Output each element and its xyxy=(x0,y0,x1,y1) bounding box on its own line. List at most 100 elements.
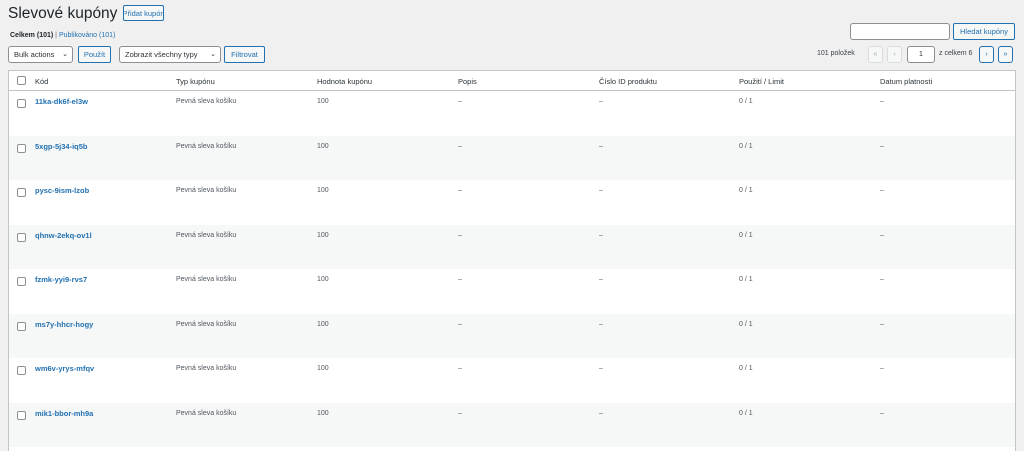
chevron-down-icon: ⌄ xyxy=(210,51,216,58)
coupon-product-ids: – xyxy=(599,142,603,150)
coupon-usage: 0 / 1 xyxy=(739,98,753,105)
prev-page-button[interactable]: ‹ xyxy=(887,46,902,63)
row-checkbox[interactable] xyxy=(17,188,26,197)
coupon-amount: 100 xyxy=(317,320,329,328)
coupon-amount: 100 xyxy=(317,365,329,372)
coupon-expiry: – xyxy=(880,231,884,239)
chevron-down-icon: ⌄ xyxy=(62,51,68,58)
coupon-code-link[interactable]: ms7y-hhcr-hogy xyxy=(35,320,93,329)
coupon-type-select[interactable]: Zobrazit všechny typy ⌄ xyxy=(119,46,221,63)
coupon-product-ids: – xyxy=(599,231,603,239)
coupon-description: – xyxy=(458,187,462,194)
search-input[interactable] xyxy=(850,23,950,40)
select-all-checkbox[interactable] xyxy=(17,76,26,85)
coupon-description: – xyxy=(458,142,462,150)
coupon-expiry: – xyxy=(880,142,884,150)
coupon-usage: 0 / 1 xyxy=(739,231,753,239)
coupon-product-ids: – xyxy=(599,276,603,283)
row-checkbox[interactable] xyxy=(17,232,26,242)
coupon-usage: 0 / 1 xyxy=(739,320,753,328)
coupon-description: – xyxy=(458,365,462,372)
add-coupon-button[interactable]: Přidat kupón xyxy=(122,5,165,21)
column-header-code[interactable]: Kód xyxy=(35,77,48,86)
column-header-description: Popis xyxy=(458,77,477,86)
coupon-amount: 100 xyxy=(317,276,329,283)
coupon-expiry: – xyxy=(880,365,884,372)
coupon-code-link[interactable]: fzmk-yyi9-rvs7 xyxy=(35,275,87,284)
coupon-description: – xyxy=(458,98,462,105)
table-row: mik1-bbor-mh9a Pevná sleva košíku 100 – … xyxy=(9,402,1015,447)
coupon-product-ids: – xyxy=(599,409,603,417)
coupon-description: – xyxy=(458,276,462,283)
coupon-code-link[interactable]: wm6v-yrys-mfqv xyxy=(35,364,94,373)
coupon-code-link[interactable]: 11ka-dk6f-el3w xyxy=(35,97,88,106)
search-coupons-button[interactable]: Hledat kupóny xyxy=(953,23,1015,40)
table-row: 5xgp-5j34-iq5b Pevná sleva košíku 100 – … xyxy=(9,135,1015,180)
coupon-product-ids: – xyxy=(599,320,603,328)
table-header: Kód Typ kupónu Hodnota kupónu Popis Čísl… xyxy=(9,71,1015,91)
view-published-link[interactable]: Publikováno (101) xyxy=(59,32,115,39)
apply-bulk-button[interactable]: Použít xyxy=(78,46,111,63)
column-header-type: Typ kupónu xyxy=(176,77,215,86)
view-published-count: (101) xyxy=(99,32,116,39)
coupon-amount: 100 xyxy=(317,409,329,417)
coupons-table: Kód Typ kupónu Hodnota kupónu Popis Čísl… xyxy=(8,70,1016,451)
coupon-type: Pevná sleva košíku xyxy=(176,187,237,194)
coupon-type: Pevná sleva košíku xyxy=(176,409,237,417)
coupon-expiry: – xyxy=(880,409,884,417)
current-page-input[interactable]: 1 xyxy=(907,46,935,63)
column-header-usage: Použití / Limit xyxy=(739,77,785,86)
row-checkbox[interactable] xyxy=(17,277,26,286)
coupon-product-ids: – xyxy=(599,187,603,194)
coupon-type: Pevná sleva košíku xyxy=(176,231,237,239)
row-checkbox[interactable] xyxy=(17,410,26,420)
coupon-expiry: – xyxy=(880,98,884,105)
coupon-type: Pevná sleva košíku xyxy=(176,365,237,372)
coupon-description: – xyxy=(458,320,462,328)
coupon-type: Pevná sleva košíku xyxy=(176,276,237,283)
coupon-type: Pevná sleva košíku xyxy=(176,142,237,150)
next-page-button[interactable]: › xyxy=(979,46,994,63)
coupon-code-link[interactable]: 5xgp-5j34-iq5b xyxy=(35,142,88,151)
coupon-code-link[interactable]: mik1-bbor-mh9a xyxy=(35,409,93,418)
coupon-type-value: Zobrazit všechny typy xyxy=(125,50,198,59)
coupon-amount: 100 xyxy=(317,98,329,105)
coupon-code-link[interactable]: qhnw-2ekq-ov1l xyxy=(35,231,92,240)
coupon-usage: 0 / 1 xyxy=(739,409,753,417)
coupon-expiry: – xyxy=(880,187,884,194)
coupon-product-ids: – xyxy=(599,365,603,372)
bulk-actions-value: Bulk actions xyxy=(14,50,55,59)
view-separator: | xyxy=(55,32,57,39)
view-all-link[interactable]: Celkem (101) xyxy=(10,32,53,39)
view-filters: Celkem (101) | Publikováno (101) xyxy=(10,32,115,39)
total-pages: z celkem 6 xyxy=(939,50,973,57)
coupon-type: Pevná sleva košíku xyxy=(176,98,237,105)
column-header-amount: Hodnota kupónu xyxy=(317,77,373,86)
bulk-actions-select[interactable]: Bulk actions ⌄ xyxy=(8,46,73,63)
coupon-usage: 0 / 1 xyxy=(739,365,753,372)
first-page-button[interactable]: « xyxy=(868,46,883,63)
table-row: ms7y-hhcr-hogy Pevná sleva košíku 100 – … xyxy=(9,313,1015,358)
coupon-amount: 100 xyxy=(317,231,329,239)
filter-button[interactable]: Filtrovat xyxy=(224,46,265,63)
coupon-expiry: – xyxy=(880,276,884,283)
coupon-description: – xyxy=(458,409,462,417)
row-checkbox[interactable] xyxy=(17,321,26,331)
table-row: wm6v-yrys-mfqv Pevná sleva košíku 100 – … xyxy=(9,358,1015,403)
last-page-button[interactable]: » xyxy=(998,46,1013,63)
table-row: pysc-9ism-lzob Pevná sleva košíku 100 – … xyxy=(9,180,1015,225)
items-count: 101 položek xyxy=(817,50,855,57)
coupon-product-ids: – xyxy=(599,98,603,105)
coupon-amount: 100 xyxy=(317,187,329,194)
coupon-expiry: – xyxy=(880,320,884,328)
coupon-usage: 0 / 1 xyxy=(739,187,753,194)
row-checkbox[interactable] xyxy=(17,99,26,108)
view-published-label: Publikováno xyxy=(58,32,98,39)
column-header-product-ids: Číslo ID produktu xyxy=(599,77,657,86)
row-checkbox[interactable] xyxy=(17,366,26,375)
coupon-usage: 0 / 1 xyxy=(739,142,753,150)
coupon-code-link[interactable]: pysc-9ism-lzob xyxy=(35,186,89,195)
row-checkbox[interactable] xyxy=(17,143,26,153)
coupon-description: – xyxy=(458,231,462,239)
page-title: Slevové kupóny xyxy=(8,5,118,22)
